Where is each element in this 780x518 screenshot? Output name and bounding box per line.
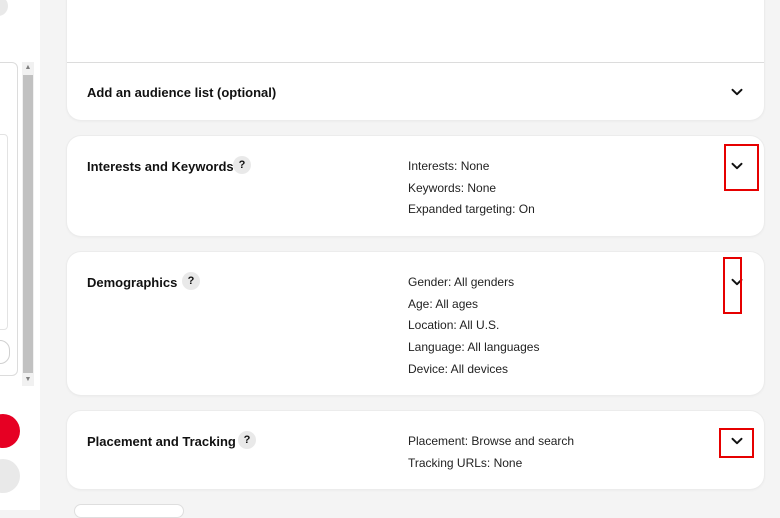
section-divider xyxy=(67,62,764,63)
summary-line: Tracking URLs: None xyxy=(408,455,523,470)
scroll-thumb[interactable] xyxy=(23,75,33,373)
summary-line: Keywords: None xyxy=(408,180,497,195)
chevron-down-icon[interactable] xyxy=(730,85,744,99)
highlight-box xyxy=(719,428,754,458)
scrollbar[interactable]: ▲ ▼ xyxy=(22,62,34,386)
question-mark-icon[interactable]: ? xyxy=(233,156,251,174)
bottom-button[interactable] xyxy=(74,504,184,518)
left-panel-inner xyxy=(0,134,8,330)
summary-line: Placement: Browse and search xyxy=(408,434,575,448)
left-column: ▲ ▼ xyxy=(0,0,40,510)
primary-action-button[interactable] xyxy=(0,414,20,448)
scroll-down-arrow-icon[interactable]: ▼ xyxy=(22,374,34,386)
summary-line: Gender: All genders xyxy=(408,275,515,289)
placement-summary: Placement: Browse and search Tracking UR… xyxy=(408,431,574,474)
summary-line: Age: All ages xyxy=(408,296,479,311)
question-mark-icon[interactable]: ? xyxy=(238,431,256,449)
interests-keywords-card: Interests and Keywords ? Interests: None… xyxy=(67,136,764,236)
summary-line: Expanded targeting: On xyxy=(408,202,535,217)
highlight-box xyxy=(723,257,742,314)
demographics-title: Demographics xyxy=(87,275,178,290)
summary-line: Language: All languages xyxy=(408,340,540,355)
interests-keywords-title: Interests and Keywords xyxy=(87,159,234,174)
interests-summary: Interests: None Keywords: None Expanded … xyxy=(408,156,535,221)
top-left-button[interactable] xyxy=(0,0,8,16)
demographics-summary: Gender: All genders Age: All ages Locati… xyxy=(408,272,539,380)
audience-list-title: Add an audience list (optional) xyxy=(87,85,277,100)
secondary-action-button[interactable] xyxy=(0,459,20,493)
summary-line: Location: All U.S. xyxy=(408,318,500,333)
placement-tracking-title: Placement and Tracking xyxy=(87,434,236,449)
audience-list-card: Add an audience list (optional) xyxy=(67,0,764,120)
highlight-box xyxy=(724,144,759,191)
scroll-up-arrow-icon[interactable]: ▲ xyxy=(22,62,34,74)
summary-line: Interests: None xyxy=(408,159,490,173)
placement-tracking-card: Placement and Tracking ? Placement: Brow… xyxy=(67,411,764,489)
question-mark-icon[interactable]: ? xyxy=(182,272,200,290)
summary-line: Device: All devices xyxy=(408,361,509,376)
demographics-card: Demographics ? Gender: All genders Age: … xyxy=(67,252,764,395)
